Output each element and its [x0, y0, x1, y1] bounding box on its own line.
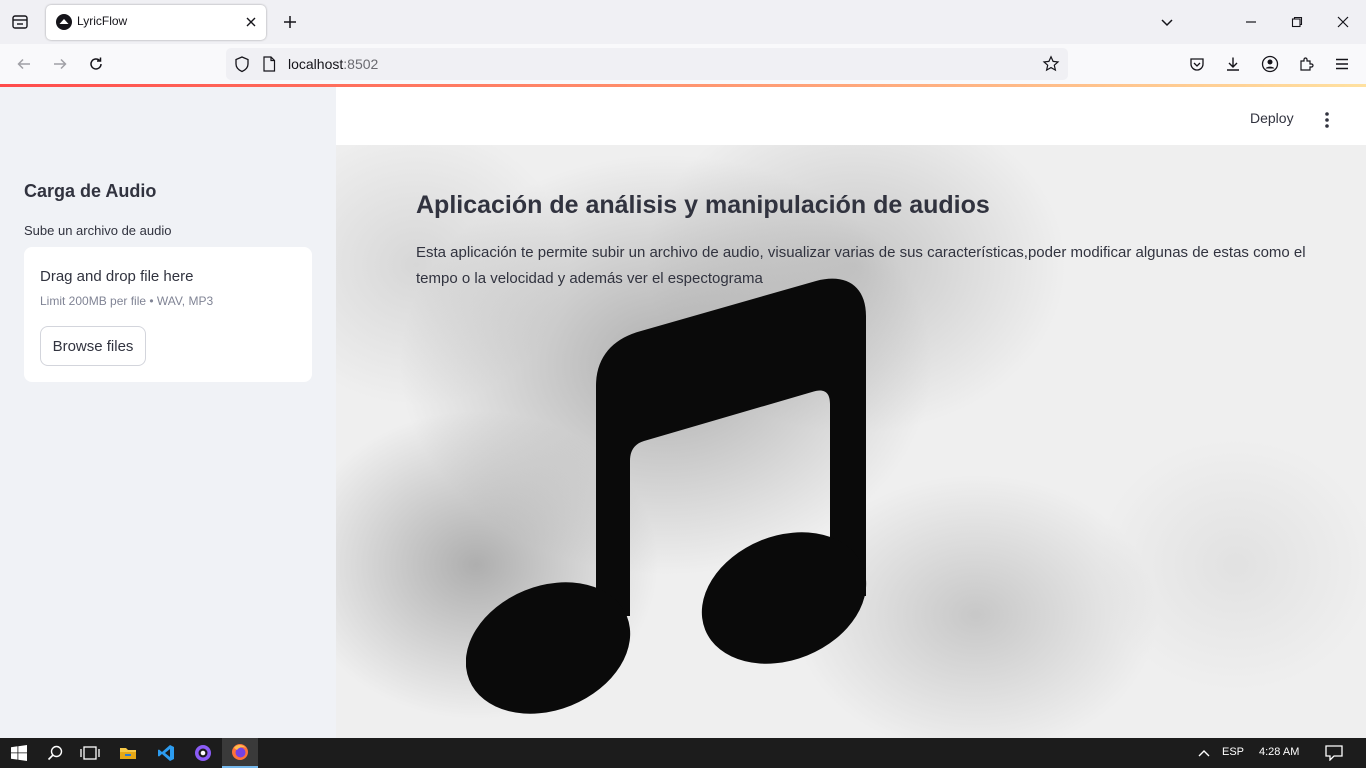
- vscode-icon[interactable]: [153, 741, 179, 765]
- task-view-icon[interactable]: [77, 741, 103, 765]
- chevron-down-icon[interactable]: [1155, 10, 1179, 34]
- dropzone-title: Drag and drop file here: [40, 268, 194, 285]
- browser-nav-bar: localhost:8502: [0, 44, 1366, 84]
- back-icon[interactable]: [12, 52, 36, 76]
- close-icon[interactable]: [242, 13, 260, 31]
- url-text: localhost:8502: [288, 56, 378, 72]
- sidebar: Carga de Audio Sube un archivo de audio …: [0, 87, 336, 738]
- clock[interactable]: 4:28 AM: [1259, 746, 1299, 758]
- search-icon[interactable]: [42, 741, 68, 765]
- uploader-label: Sube un archivo de audio: [24, 223, 172, 238]
- restore-icon[interactable]: [1285, 10, 1309, 34]
- account-icon[interactable]: [1258, 52, 1282, 76]
- file-dropzone[interactable]: Drag and drop file here Limit 200MB per …: [24, 247, 312, 382]
- favicon-icon: [56, 14, 72, 30]
- page-title: Aplicación de análisis y manipulación de…: [416, 191, 990, 219]
- sidebar-title: Carga de Audio: [24, 181, 157, 201]
- chevron-up-icon[interactable]: [1191, 741, 1217, 765]
- windows-start-icon[interactable]: [6, 741, 32, 765]
- folder-icon[interactable]: [115, 741, 141, 765]
- github-icon[interactable]: [190, 741, 216, 765]
- language-indicator[interactable]: ESP: [1222, 746, 1244, 758]
- page-icon[interactable]: [262, 56, 276, 76]
- taskbar: ESP 4:28 AM: [0, 738, 1366, 768]
- tab-list-icon[interactable]: [8, 10, 32, 34]
- pocket-icon[interactable]: [1185, 52, 1209, 76]
- extensions-icon[interactable]: [1294, 52, 1318, 76]
- browser-tab-bar: LyricFlow: [0, 0, 1366, 44]
- app-header: Deploy: [336, 87, 1366, 145]
- url-port: :8502: [343, 56, 379, 72]
- deploy-button[interactable]: Deploy: [1250, 110, 1294, 126]
- kebab-icon[interactable]: [1318, 109, 1336, 131]
- download-icon[interactable]: [1221, 52, 1245, 76]
- firefox-icon[interactable]: [222, 738, 258, 768]
- music-note-icon: [466, 278, 867, 714]
- url-bar[interactable]: localhost:8502: [226, 48, 1068, 80]
- browse-files-button[interactable]: Browse files: [40, 326, 146, 366]
- minimize-icon[interactable]: [1239, 10, 1263, 34]
- browser-tab[interactable]: LyricFlow: [46, 5, 266, 40]
- reload-icon[interactable]: [84, 52, 108, 76]
- forward-icon[interactable]: [48, 52, 72, 76]
- notification-icon[interactable]: [1321, 741, 1347, 765]
- url-host: localhost: [288, 56, 344, 72]
- dropzone-limit: Limit 200MB per file • WAV, MP3: [40, 294, 214, 308]
- plus-icon[interactable]: [280, 12, 300, 32]
- menu-icon[interactable]: [1330, 52, 1354, 76]
- window-close-icon[interactable]: [1331, 10, 1355, 34]
- star-icon[interactable]: [1042, 55, 1060, 77]
- shield-icon[interactable]: [233, 55, 251, 77]
- tab-title: LyricFlow: [77, 14, 128, 28]
